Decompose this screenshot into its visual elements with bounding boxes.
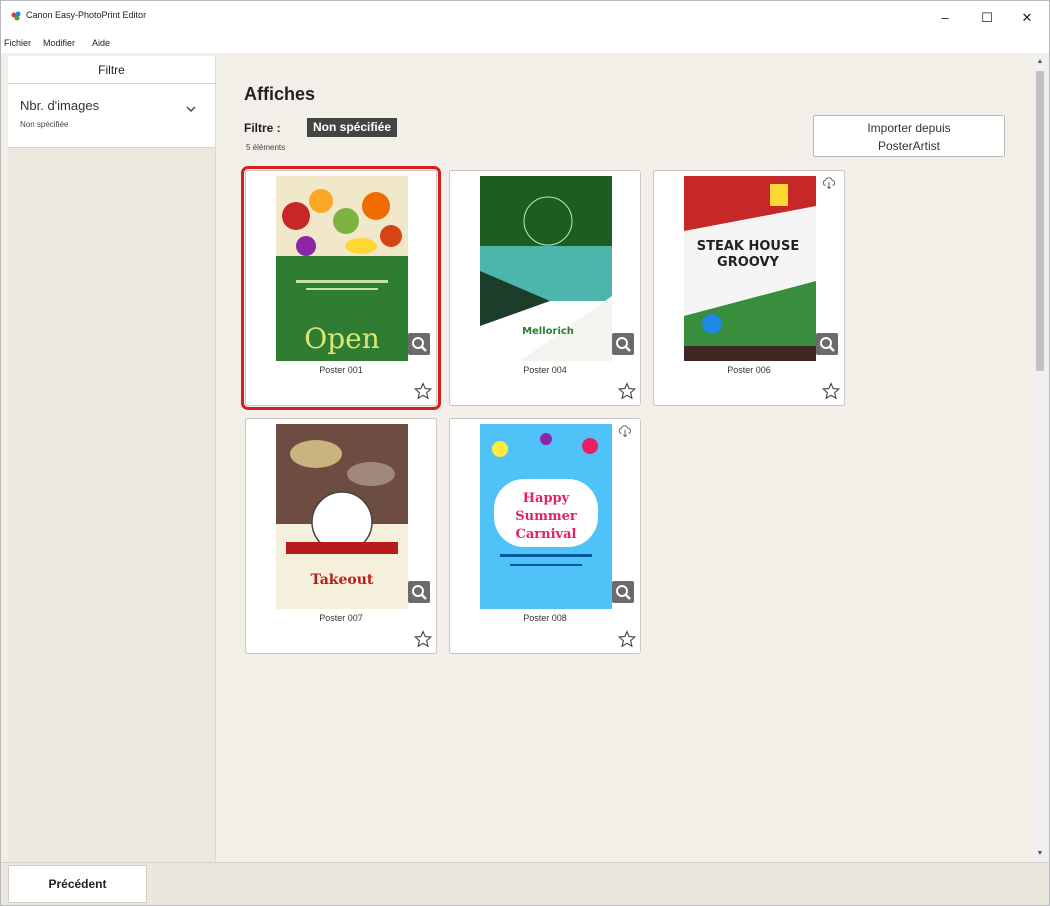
- cloud-download-icon: [618, 425, 631, 437]
- poster-name: Poster 004: [523, 365, 567, 375]
- active-filter-label: Filtre :: [244, 121, 281, 135]
- scroll-up-arrow-icon[interactable]: ▲: [1036, 58, 1044, 66]
- poster-name: Poster 001: [319, 365, 363, 375]
- poster-name: Poster 006: [727, 365, 771, 375]
- favorite-star-icon[interactable]: [414, 382, 432, 400]
- page-title: Affiches: [244, 84, 316, 104]
- item-count: 5 éléments: [246, 143, 286, 152]
- poster-thumbnail[interactable]: STEAK HOUSE GROOVY: [684, 176, 816, 361]
- svg-text:Happy: Happy: [523, 491, 570, 506]
- magnifier-icon: [616, 585, 631, 600]
- vertical-scrollbar[interactable]: ▲ ▼: [1033, 56, 1047, 862]
- poster-card[interactable]: Open Poster 001: [241, 166, 441, 410]
- poster-thumbnail[interactable]: Open: [276, 176, 408, 361]
- zoom-button[interactable]: [408, 581, 430, 603]
- import-button-line1: Importer depuis: [867, 121, 951, 135]
- poster-card[interactable]: Happy Summer Carnival Poster 008: [449, 418, 641, 654]
- chevron-down-icon[interactable]: [186, 104, 196, 114]
- favorite-star-icon[interactable]: [414, 630, 432, 648]
- poster-thumbnail[interactable]: Takeout: [276, 424, 408, 609]
- poster-name: Poster 008: [523, 613, 567, 623]
- import-posterartist-button[interactable]: Importer depuis PosterArtist: [813, 115, 1005, 157]
- scrollbar-thumb[interactable]: [1036, 71, 1044, 371]
- app-logo-icon: [11, 11, 21, 21]
- image-count-filter[interactable]: Nbr. d'images Non spécifiée: [8, 84, 215, 148]
- zoom-button[interactable]: [408, 333, 430, 355]
- menu-fichier[interactable]: Fichier: [4, 38, 31, 48]
- minimize-button[interactable]: –: [933, 7, 957, 29]
- window-title: Canon Easy-PhotoPrint Editor: [26, 10, 147, 20]
- bottom-bar: Précédent: [1, 862, 1049, 905]
- poster-thumbnail[interactable]: Happy Summer Carnival: [480, 424, 612, 609]
- active-filter-chip: Non spécifiée: [307, 118, 398, 137]
- filter-label: Nbr. d'images: [20, 98, 100, 113]
- svg-text:Mellorich: Mellorich: [522, 326, 574, 337]
- menu-bar: Fichier Modifier Aide: [1, 35, 1049, 53]
- poster-thumbnail[interactable]: Mellorich: [480, 176, 612, 361]
- svg-text:GROOVY: GROOVY: [717, 255, 779, 270]
- favorite-star-icon[interactable]: [618, 630, 636, 648]
- sidebar-title: Filtre: [8, 56, 215, 84]
- menu-aide[interactable]: Aide: [92, 38, 110, 48]
- svg-text:STEAK HOUSE: STEAK HOUSE: [697, 239, 800, 254]
- poster-gallery: Affiches Filtre : Non spécifiée 5 élémen…: [217, 56, 1032, 862]
- favorite-star-icon[interactable]: [822, 382, 840, 400]
- svg-text:Summer: Summer: [515, 509, 577, 524]
- title-bar: Canon Easy-PhotoPrint Editor – ☐ ✕: [1, 1, 1049, 35]
- svg-text:Open: Open: [304, 322, 379, 355]
- scroll-down-arrow-icon[interactable]: ▼: [1036, 850, 1044, 858]
- magnifier-icon: [412, 337, 427, 352]
- svg-text:Carnival: Carnival: [516, 527, 577, 542]
- filter-sidebar: Filtre Nbr. d'images Non spécifiée: [8, 56, 216, 862]
- menu-modifier[interactable]: Modifier: [43, 38, 75, 48]
- import-button-line2: PosterArtist: [877, 139, 940, 153]
- filter-value: Non spécifiée: [20, 120, 69, 129]
- cloud-download-icon: [822, 177, 835, 189]
- magnifier-icon: [820, 337, 835, 352]
- close-button[interactable]: ✕: [1015, 7, 1039, 29]
- favorite-star-icon[interactable]: [618, 382, 636, 400]
- app-window: Canon Easy-PhotoPrint Editor – ☐ ✕ Fichi…: [0, 0, 1050, 906]
- poster-card[interactable]: Takeout Poster 007: [245, 418, 437, 654]
- zoom-button[interactable]: [612, 581, 634, 603]
- magnifier-icon: [412, 585, 427, 600]
- zoom-button[interactable]: [612, 333, 634, 355]
- magnifier-icon: [616, 337, 631, 352]
- poster-name: Poster 007: [319, 613, 363, 623]
- poster-card[interactable]: Mellorich Poster 004: [449, 170, 641, 406]
- previous-button[interactable]: Précédent: [8, 865, 147, 903]
- zoom-button[interactable]: [816, 333, 838, 355]
- poster-card[interactable]: STEAK HOUSE GROOVY Poster 006: [653, 170, 845, 406]
- svg-text:Takeout: Takeout: [311, 572, 374, 588]
- maximize-button[interactable]: ☐: [975, 7, 999, 29]
